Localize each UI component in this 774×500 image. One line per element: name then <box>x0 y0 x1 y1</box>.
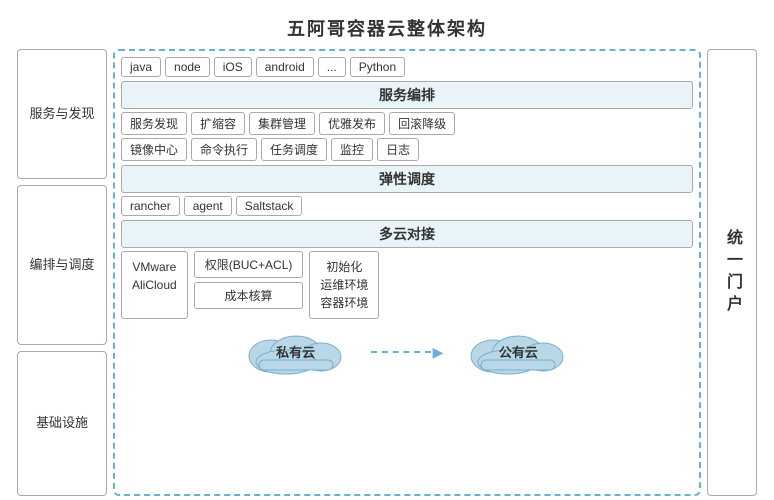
tag-agent: agent <box>184 196 232 216</box>
schedule-row1: rancher agent Saltstack <box>121 196 693 216</box>
schedule-section: 弹性调度 rancher agent Saltstack <box>121 165 693 216</box>
service-row1: 服务发现 扩缩容 集群管理 优雅发布 回滚降级 <box>121 112 693 135</box>
tech-ios: iOS <box>214 57 252 77</box>
tag-graceful: 优雅发布 <box>319 112 385 135</box>
tech-android: android <box>256 57 314 77</box>
cloud-arrow: ▶ <box>371 345 444 359</box>
tech-python: Python <box>350 57 405 77</box>
schedule-label: 编排与调度 <box>17 185 107 345</box>
arrow-line <box>371 351 431 353</box>
vmware-box: VMwareAliCloud <box>121 251 188 319</box>
tech-node: node <box>165 57 210 77</box>
schedule-header: 弹性调度 <box>121 165 693 193</box>
cost-box: 成本核算 <box>194 282 304 309</box>
arrow-head: ▶ <box>433 345 444 359</box>
multicloud-inner: VMwareAliCloud 权限(BUC+ACL) 成本核算 初始化运维环境容… <box>121 251 693 319</box>
infra-header: 多云对接 <box>121 220 693 248</box>
tag-monitor: 监控 <box>331 138 373 161</box>
private-cloud-label: 私有云 <box>276 342 315 361</box>
infra-section: 多云对接 VMwareAliCloud 权限(BUC+ACL) 成本核算 初始化… <box>121 220 693 379</box>
rights-box: 权限(BUC+ACL) <box>194 251 304 278</box>
service-label: 服务与发现 <box>17 49 107 179</box>
content-area: 服务与发现 编排与调度 基础设施 java node iOS android .… <box>17 49 757 496</box>
tag-rollback: 回滚降级 <box>389 112 455 135</box>
service-header: 服务编排 <box>121 81 693 109</box>
tag-cmd: 命令执行 <box>191 138 257 161</box>
tech-java: java <box>121 57 161 77</box>
tag-log: 日志 <box>377 138 419 161</box>
service-row2: 镜像中心 命令执行 任务调度 监控 日志 <box>121 138 693 161</box>
rights-col: 权限(BUC+ACL) 成本核算 <box>194 251 304 319</box>
init-box: 初始化运维环境容器环境 <box>309 251 379 319</box>
public-cloud-label: 公有云 <box>499 342 538 361</box>
infra-label: 基础设施 <box>17 351 107 496</box>
tag-scale: 扩缩容 <box>191 112 245 135</box>
left-labels: 服务与发现 编排与调度 基础设施 <box>17 49 107 496</box>
tech-ellipsis: ... <box>318 57 346 77</box>
tag-task: 任务调度 <box>261 138 327 161</box>
service-section: 服务编排 服务发现 扩缩容 集群管理 优雅发布 回滚降级 镜像中心 命令执行 任… <box>121 81 693 161</box>
cloud-row: 私有云 ▶ <box>121 324 693 379</box>
tag-image: 镜像中心 <box>121 138 187 161</box>
tag-saltstack: Saltstack <box>236 196 303 216</box>
tech-row: java node iOS android ... Python <box>121 57 693 77</box>
tag-rancher: rancher <box>121 196 180 216</box>
right-label: 统一门户 <box>707 49 757 496</box>
tag-cluster: 集群管理 <box>249 112 315 135</box>
public-cloud: 公有云 <box>463 324 573 379</box>
middle-area: java node iOS android ... Python 服务编排 服务… <box>113 49 701 496</box>
main-title: 五阿哥容器云整体架构 <box>287 15 487 41</box>
tag-service-discovery: 服务发现 <box>121 112 187 135</box>
main-container: 五阿哥容器云整体架构 服务与发现 编排与调度 基础设施 java node iO… <box>17 15 757 485</box>
private-cloud: 私有云 <box>241 324 351 379</box>
